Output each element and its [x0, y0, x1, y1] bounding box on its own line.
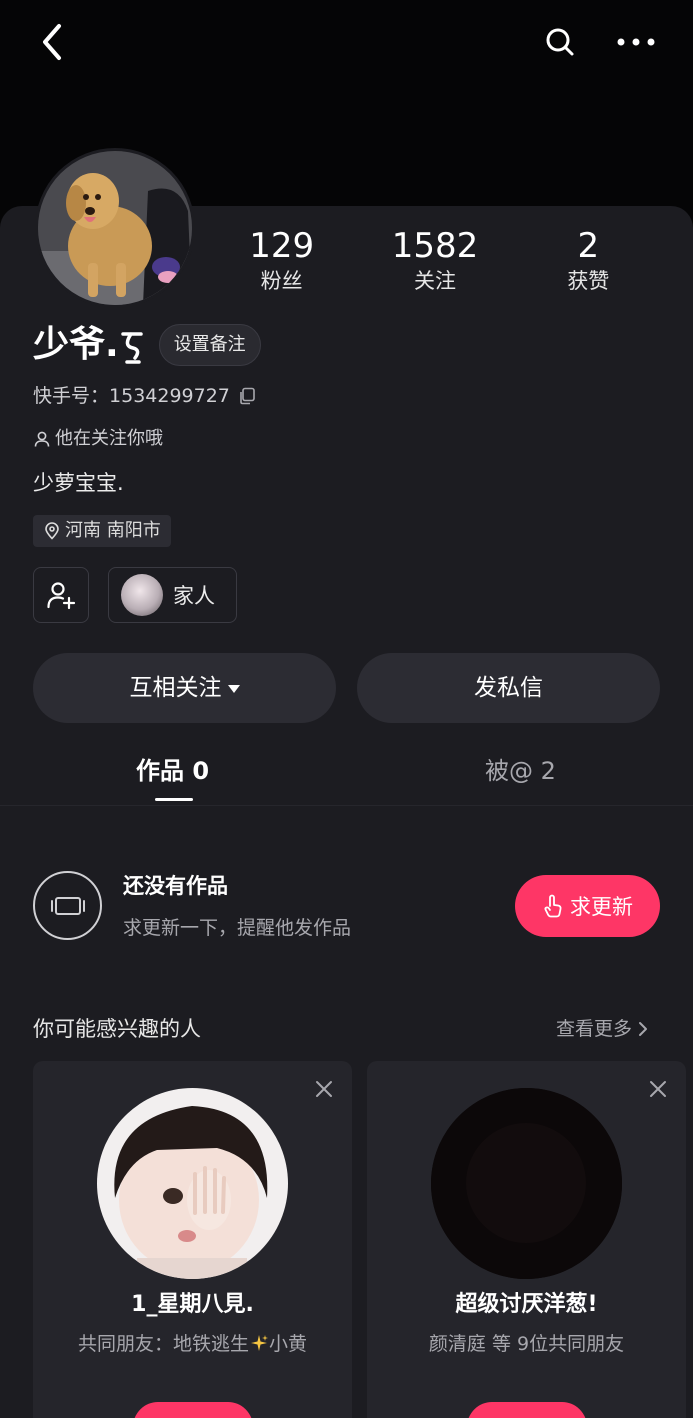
dark-avatar-image — [431, 1088, 622, 1279]
empty-works-title: 还没有作品 — [123, 874, 228, 898]
mutual-follow-button[interactable]: 互相关注 — [33, 653, 336, 723]
user-id-value: 1534299727 — [109, 385, 230, 407]
chevron-left-icon — [43, 24, 61, 60]
follow-button[interactable] — [467, 1402, 587, 1418]
copy-icon[interactable] — [238, 387, 256, 405]
dog-avatar-image — [38, 151, 192, 305]
request-update-button[interactable]: 求更新 — [515, 875, 660, 937]
add-friend-button[interactable] — [33, 567, 89, 623]
recommended-user-name: 超级讨厌洋葱! — [455, 1292, 598, 1317]
more-button[interactable] — [614, 20, 658, 64]
location-text: 河南 南阳市 — [65, 520, 161, 541]
empty-works-subtitle: 求更新一下，提醒他发作品 — [123, 917, 352, 939]
search-icon — [546, 28, 574, 56]
search-button[interactable] — [538, 20, 582, 64]
family-avatar — [121, 574, 163, 616]
see-more-link[interactable]: 查看更多 — [556, 1014, 648, 1044]
stat-label: 关注 — [413, 269, 456, 293]
profile-name: 少爷. — [33, 324, 119, 365]
stat-following[interactable]: 1582 关注 — [358, 226, 511, 296]
mutual-friends-text: 共同朋友：地铁逃生 小黄 — [33, 1329, 352, 1359]
stat-value: 2 — [577, 226, 600, 266]
person-icon — [34, 431, 50, 447]
family-label: 家人 — [173, 584, 215, 608]
sparkles-icon — [251, 1335, 268, 1351]
follows-you-hint: 他在关注你哦 — [33, 426, 163, 452]
recommendations-title: 你可能感兴趣的人 — [33, 1017, 201, 1041]
recommended-user-name: 1_星期八見. — [131, 1292, 254, 1317]
profile-stats: 129 粉丝 1582 关注 2 获赞 — [205, 226, 665, 296]
see-more-label: 查看更多 — [556, 1018, 633, 1040]
location-pin-icon — [45, 522, 59, 540]
profile-bio: 少萝宝宝. — [33, 471, 124, 495]
content-tabs: 作品 0 被@ 2 — [0, 750, 693, 806]
active-tab-indicator — [155, 798, 193, 801]
recommended-user-avatar[interactable] — [431, 1088, 622, 1279]
mutual-friends-prefix: 共同朋友：地铁逃生 — [77, 1333, 249, 1355]
empty-works-icon — [33, 871, 102, 940]
dismiss-card-button[interactable] — [312, 1077, 336, 1101]
recommendation-card[interactable]: 超级讨厌洋葱! 颜清庭 等 9位共同朋友 — [367, 1061, 686, 1418]
tab-mentions[interactable]: 被@ 2 — [485, 750, 556, 792]
add-person-icon — [47, 582, 76, 610]
location-tag[interactable]: 河南 南阳市 — [33, 515, 171, 547]
stat-value: 1582 — [391, 226, 479, 266]
child-avatar-image — [97, 1088, 288, 1279]
stat-likes[interactable]: 2 获赞 — [512, 226, 665, 296]
video-frame-icon — [50, 896, 85, 915]
stat-label: 粉丝 — [260, 269, 303, 293]
request-update-label: 求更新 — [570, 895, 633, 919]
mutual-follow-label: 互相关注 — [129, 675, 222, 701]
recommendation-card[interactable]: 1_星期八見. 共同朋友：地铁逃生 小黄 — [33, 1061, 352, 1418]
stat-value: 129 — [249, 226, 315, 266]
set-remark-button[interactable]: 设置备注 — [158, 324, 261, 366]
recommended-user-avatar[interactable] — [97, 1088, 288, 1279]
name-row: 少爷. 设置备注 — [33, 322, 261, 368]
user-id-label: 快手号： — [33, 385, 110, 407]
close-icon — [650, 1081, 666, 1097]
dismiss-card-button[interactable] — [646, 1077, 670, 1101]
tap-hand-icon — [544, 894, 562, 918]
mutual-friends-suffix: 小黄 — [269, 1333, 308, 1355]
tab-works[interactable]: 作品 0 — [136, 750, 209, 792]
chevron-right-icon — [639, 1022, 648, 1036]
caret-down-icon — [227, 684, 240, 693]
name-decoration-glyph — [120, 332, 143, 364]
back-button[interactable] — [30, 20, 74, 64]
close-icon — [316, 1081, 332, 1097]
stat-followers[interactable]: 129 粉丝 — [205, 226, 358, 296]
more-horizontal-icon — [617, 38, 655, 46]
user-id-row: 快手号： 1534299727 — [33, 382, 256, 410]
mutual-friends-text: 颜清庭 等 9位共同朋友 — [428, 1333, 625, 1355]
send-message-button[interactable]: 发私信 — [357, 653, 660, 723]
profile-avatar[interactable] — [35, 148, 195, 308]
follows-you-text: 他在关注你哦 — [55, 428, 163, 449]
family-button[interactable]: 家人 — [108, 567, 237, 623]
stat-label: 获赞 — [567, 269, 610, 293]
follow-button[interactable] — [133, 1402, 253, 1418]
